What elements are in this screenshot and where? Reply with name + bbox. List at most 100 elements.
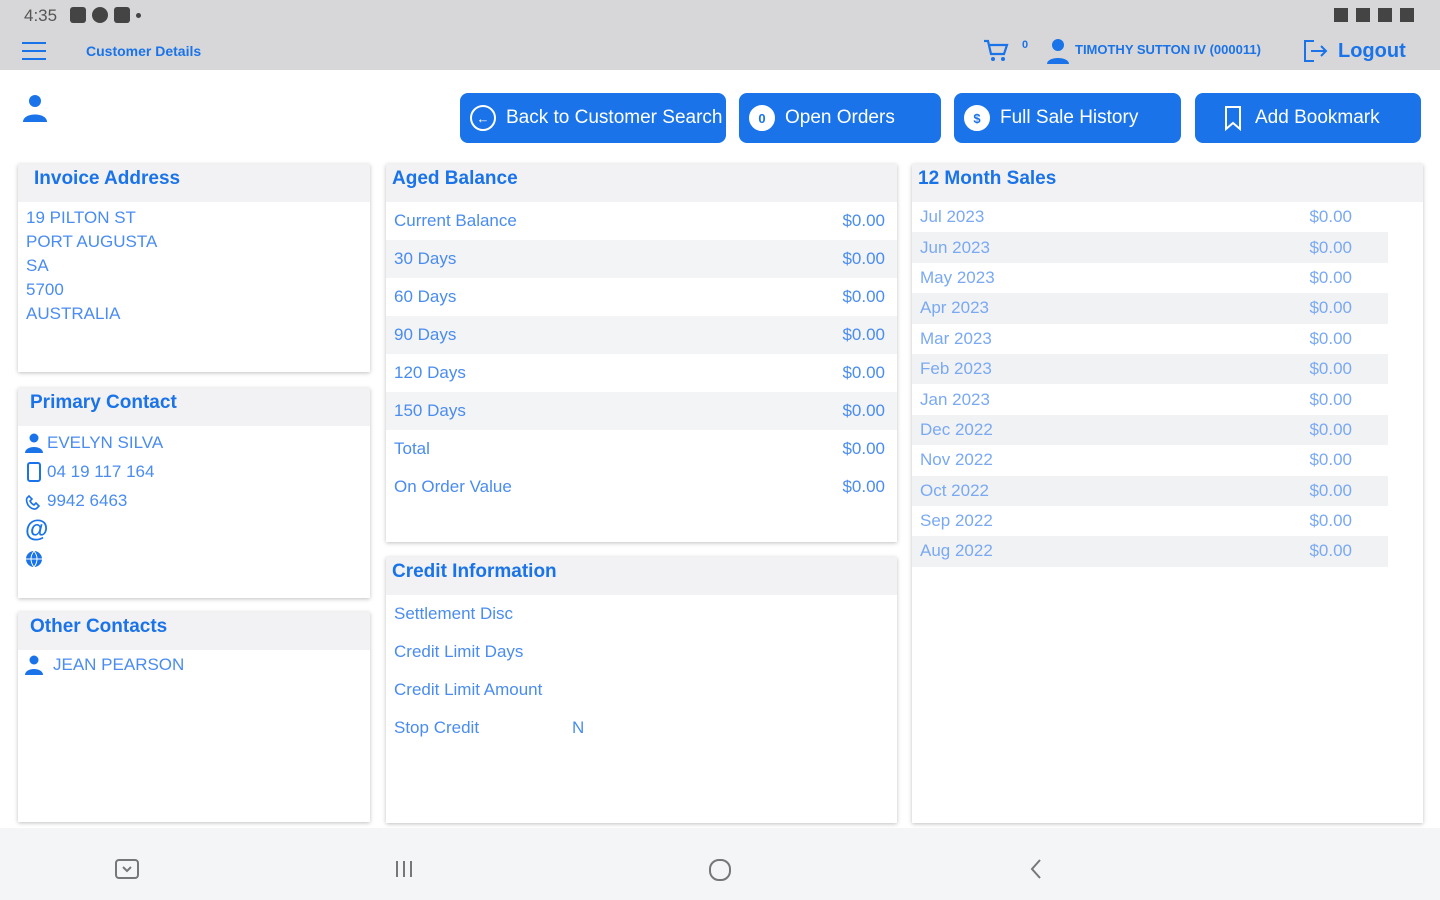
person-icon <box>25 655 43 675</box>
sales-value: $0.00 <box>1309 328 1352 348</box>
recent-apps-icon[interactable] <box>393 858 415 880</box>
aged-label: Current Balance <box>394 211 517 230</box>
invoice-address-title: Invoice Address <box>18 164 370 202</box>
aged-value: $0.00 <box>842 325 885 344</box>
cart-icon[interactable] <box>982 38 1010 64</box>
open-orders-button[interactable]: 0 Open Orders <box>739 93 941 143</box>
aged-row: Total $0.00 <box>386 430 897 468</box>
credit-row: Credit Limit Days <box>386 633 897 671</box>
battery-icon <box>1400 8 1414 22</box>
credit-row: Settlement Disc <box>386 595 897 633</box>
main-content: ← Back to Customer Search 0 Open Orders … <box>0 70 1440 828</box>
full-sale-history-label: Full Sale History <box>1000 107 1139 128</box>
sales-value: $0.00 <box>1309 207 1352 227</box>
back-to-customer-search-button[interactable]: ← Back to Customer Search <box>460 93 726 143</box>
gallery-icon <box>70 7 86 23</box>
email-icon: @ <box>25 515 49 543</box>
address-line: AUSTRALIA <box>26 304 121 323</box>
credit-row: Stop Credit N <box>386 709 897 747</box>
contact-name-row[interactable]: EVELYN SILVA <box>18 428 370 457</box>
nfc-icon <box>1334 8 1348 22</box>
sales-month: Dec 2022 <box>920 419 993 439</box>
mobile-phone-icon <box>27 461 41 482</box>
aged-label: 30 Days <box>394 249 457 268</box>
sales-value: $0.00 <box>1309 541 1352 561</box>
notification-icons <box>70 7 141 23</box>
dollar-icon: $ <box>964 105 990 131</box>
address-line: 5700 <box>26 280 64 299</box>
sales-month: Apr 2023 <box>920 298 989 318</box>
aged-label: 60 Days <box>394 287 457 306</box>
logout-link[interactable]: Logout <box>1338 40 1406 63</box>
sales-month: Sep 2022 <box>920 511 993 531</box>
aged-label: 150 Days <box>394 401 466 420</box>
add-bookmark-label: Add Bookmark <box>1255 107 1380 128</box>
add-bookmark-button[interactable]: Add Bookmark <box>1195 93 1421 143</box>
sales-month: Mar 2023 <box>920 328 992 348</box>
home-icon[interactable] <box>708 858 732 882</box>
sales-row: Nov 2022 $0.00 <box>912 445 1388 475</box>
sales-month: Nov 2022 <box>920 450 993 470</box>
sales-month: Jul 2023 <box>920 207 985 227</box>
sales-value: $0.00 <box>1309 419 1352 439</box>
user-icon <box>1047 39 1069 64</box>
sales-month: May 2023 <box>920 267 995 287</box>
wifi-icon <box>1356 8 1370 22</box>
aged-row: 30 Days $0.00 <box>386 240 897 278</box>
sales-row: Jun 2023 $0.00 <box>912 232 1388 263</box>
web-row[interactable] <box>18 544 370 573</box>
address-line: PORT AUGUSTA <box>26 232 158 251</box>
hamburger-menu-icon[interactable] <box>22 42 46 60</box>
credit-label: Stop Credit <box>394 718 480 737</box>
phone-number: 9942 6463 <box>47 490 128 510</box>
sales-row: Sep 2022 $0.00 <box>912 506 1388 536</box>
aged-value: $0.00 <box>842 249 885 268</box>
sales-row: May 2023 $0.00 <box>912 263 1388 293</box>
screenshot-toggle-icon[interactable] <box>114 858 140 882</box>
aged-value: $0.00 <box>842 401 885 420</box>
aged-row: Current Balance $0.00 <box>386 202 897 240</box>
sales-month: Aug 2022 <box>920 541 993 561</box>
more-notifications-icon <box>136 13 141 18</box>
aged-label: Total <box>394 439 430 458</box>
sales-month: Feb 2023 <box>920 359 992 379</box>
aged-value: $0.00 <box>842 363 885 382</box>
back-button-label: Back to Customer Search <box>506 107 723 128</box>
phone-icon <box>25 494 41 510</box>
system-icons <box>1334 8 1414 22</box>
credit-information-title: Credit Information <box>386 557 897 595</box>
full-sale-history-button[interactable]: $ Full Sale History <box>954 93 1181 143</box>
aged-value: $0.00 <box>842 477 885 496</box>
app-notification-icon <box>92 7 108 23</box>
sales-month: Jun 2023 <box>920 237 990 257</box>
back-icon[interactable] <box>1028 858 1044 880</box>
arrow-left-circle-icon: ← <box>470 105 496 131</box>
other-contacts-body: JEAN PEARSON <box>18 650 370 679</box>
credit-value: N <box>572 718 585 737</box>
invoice-address-body: 19 PILTON ST PORT AUGUSTA SA 5700 AUSTRA… <box>18 202 370 326</box>
twelve-month-sales-body: Jul 2023 $0.00 Jun 2023 $0.00 May 2023 $0.0… <box>912 202 1423 567</box>
sales-value: $0.00 <box>1309 298 1352 318</box>
other-contact-item[interactable]: JEAN PEARSON <box>18 650 370 679</box>
aged-label: On Order Value <box>394 477 512 496</box>
aged-label: 90 Days <box>394 325 457 344</box>
aged-row: 120 Days $0.00 <box>386 354 897 392</box>
address-line: SA <box>26 256 49 275</box>
image-icon <box>114 7 130 23</box>
logout-icon[interactable] <box>1302 39 1330 63</box>
phone-row[interactable]: 9942 6463 <box>18 486 370 515</box>
sales-value: $0.00 <box>1309 480 1352 500</box>
credit-label: Credit Limit Days <box>394 642 524 661</box>
credit-row: Credit Limit Amount <box>386 671 897 709</box>
page-title: Customer Details <box>86 43 202 59</box>
email-row[interactable]: @ <box>18 515 370 544</box>
sales-value: $0.00 <box>1309 359 1352 379</box>
sales-month: Oct 2022 <box>920 480 989 500</box>
credit-information-panel: Credit Information Settlement Disc Credi… <box>386 557 897 823</box>
other-contacts-title: Other Contacts <box>18 612 370 650</box>
sales-value: $0.00 <box>1309 389 1352 409</box>
sales-month: Jan 2023 <box>920 389 990 409</box>
mobile-row[interactable]: 04 19 117 164 <box>18 457 370 486</box>
aged-row: 60 Days $0.00 <box>386 278 897 316</box>
user-name[interactable]: TIMOTHY SUTTON IV (000011) <box>1075 42 1261 57</box>
